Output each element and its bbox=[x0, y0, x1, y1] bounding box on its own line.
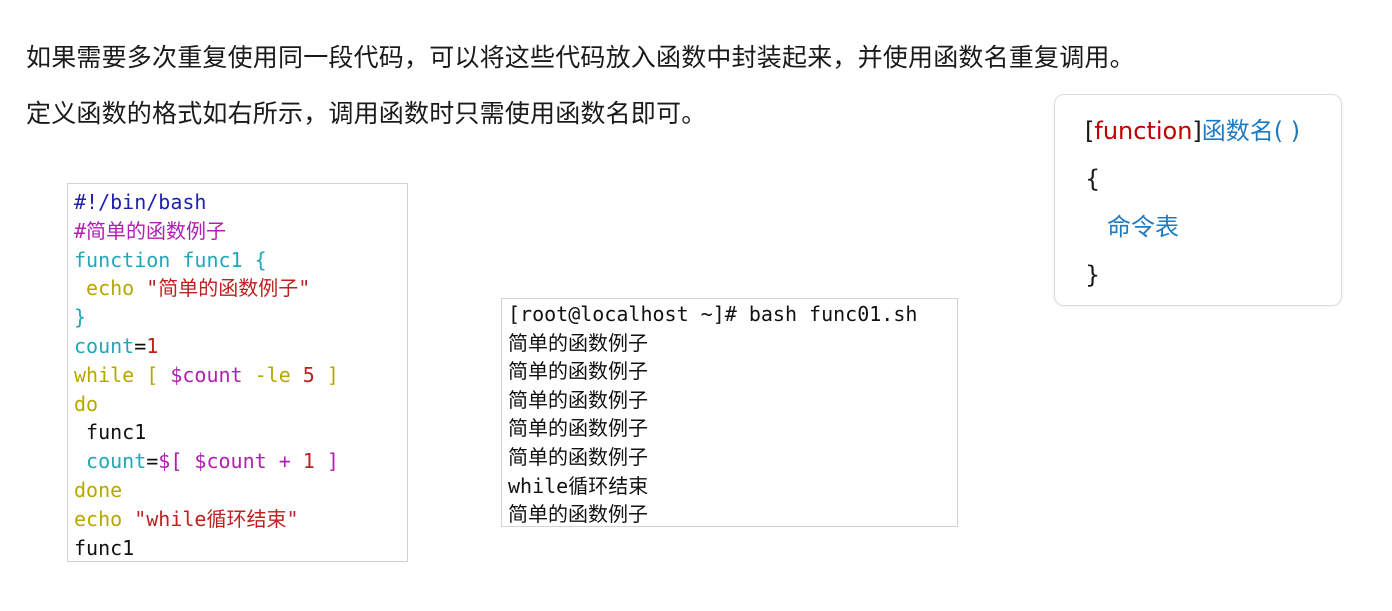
code-token: $count bbox=[194, 449, 267, 474]
function-syntax-card: [function]函数名( ) { 命令表 } bbox=[1054, 94, 1342, 306]
code-token: = bbox=[146, 449, 159, 474]
terminal-output-line: 简单的函数例子 bbox=[508, 416, 648, 441]
code-token: 1 bbox=[146, 333, 159, 358]
code-token: do bbox=[74, 391, 99, 416]
code-token: = bbox=[134, 333, 147, 358]
code-line: func1 bbox=[74, 534, 407, 563]
terminal-output-line: 简单的函数例子 bbox=[508, 502, 648, 527]
code-token: count bbox=[74, 333, 135, 358]
code-token: func1 bbox=[74, 535, 135, 560]
syntax-brace-close: } bbox=[1085, 261, 1101, 289]
code-token: 1 bbox=[302, 449, 315, 474]
syntax-close-bracket: ] bbox=[1192, 117, 1202, 145]
code-token: echo bbox=[74, 276, 147, 301]
code-token: $count bbox=[170, 362, 243, 387]
code-token: -le bbox=[242, 362, 303, 387]
code-token: } bbox=[74, 305, 87, 330]
code-line: } bbox=[74, 303, 407, 332]
code-line: function func1 { bbox=[74, 246, 407, 275]
code-line: count=1 bbox=[74, 332, 407, 361]
code-token: count bbox=[74, 449, 147, 474]
code-line: while [ $count -le 5 ] bbox=[74, 361, 407, 390]
syntax-body: 命令表 bbox=[1107, 213, 1179, 241]
code-token: "while循环结束" bbox=[134, 506, 299, 531]
code-line: count=$[ $count + 1 ] bbox=[74, 447, 407, 476]
code-token: #!/bin/bash bbox=[74, 190, 207, 214]
code-token: 5 bbox=[302, 362, 315, 387]
terminal-output-line: 简单的函数例子 bbox=[508, 359, 648, 384]
code-line: done bbox=[74, 476, 407, 505]
syntax-keyword: function bbox=[1094, 117, 1193, 145]
code-line: #简单的函数例子 bbox=[74, 217, 407, 246]
code-line: echo "while循环结束" bbox=[74, 505, 407, 534]
code-token: + bbox=[266, 449, 303, 474]
terminal-output-line: 简单的函数例子 bbox=[508, 387, 648, 412]
intro-line-1: 如果需要多次重复使用同一段代码，可以将这些代码放入函数中封装起来，并使用函数名重… bbox=[26, 43, 1135, 72]
code-token: function func1 { bbox=[74, 247, 267, 272]
code-token: func1 bbox=[74, 420, 147, 445]
terminal-output-line: 简单的函数例子 bbox=[508, 330, 648, 355]
code-token: echo bbox=[74, 506, 135, 531]
code-token: #简单的函数例子 bbox=[74, 218, 227, 243]
code-token: done bbox=[74, 477, 123, 502]
code-token: ] bbox=[314, 362, 339, 387]
code-line: func1 bbox=[74, 418, 407, 447]
terminal-output-line: 简单的函数例子 bbox=[508, 444, 648, 469]
code-line: do bbox=[74, 390, 407, 419]
syntax-open-bracket: [ bbox=[1085, 117, 1095, 145]
script-code-block: #!/bin/bash #简单的函数例子 function func1 { echo… bbox=[67, 183, 408, 562]
syntax-signature: [function]函数名( ) bbox=[1085, 107, 1341, 155]
code-token: $[ bbox=[158, 449, 195, 474]
code-token: "简单的函数例子" bbox=[146, 276, 311, 301]
code-line: echo "简单的函数例子" bbox=[74, 274, 407, 303]
syntax-brace-open: { bbox=[1085, 165, 1101, 193]
terminal-output-line: while循环结束 bbox=[508, 473, 649, 498]
syntax-function-name: 函数名( ) bbox=[1201, 117, 1301, 145]
terminal-command-line: [root@localhost ~]# bash func01.sh bbox=[508, 302, 918, 326]
code-token: while [ bbox=[74, 362, 171, 387]
code-line: #!/bin/bash bbox=[74, 188, 407, 217]
terminal-output-block: [root@localhost ~]# bash func01.sh 简单的函数例… bbox=[501, 298, 958, 527]
code-token: ] bbox=[314, 449, 339, 474]
